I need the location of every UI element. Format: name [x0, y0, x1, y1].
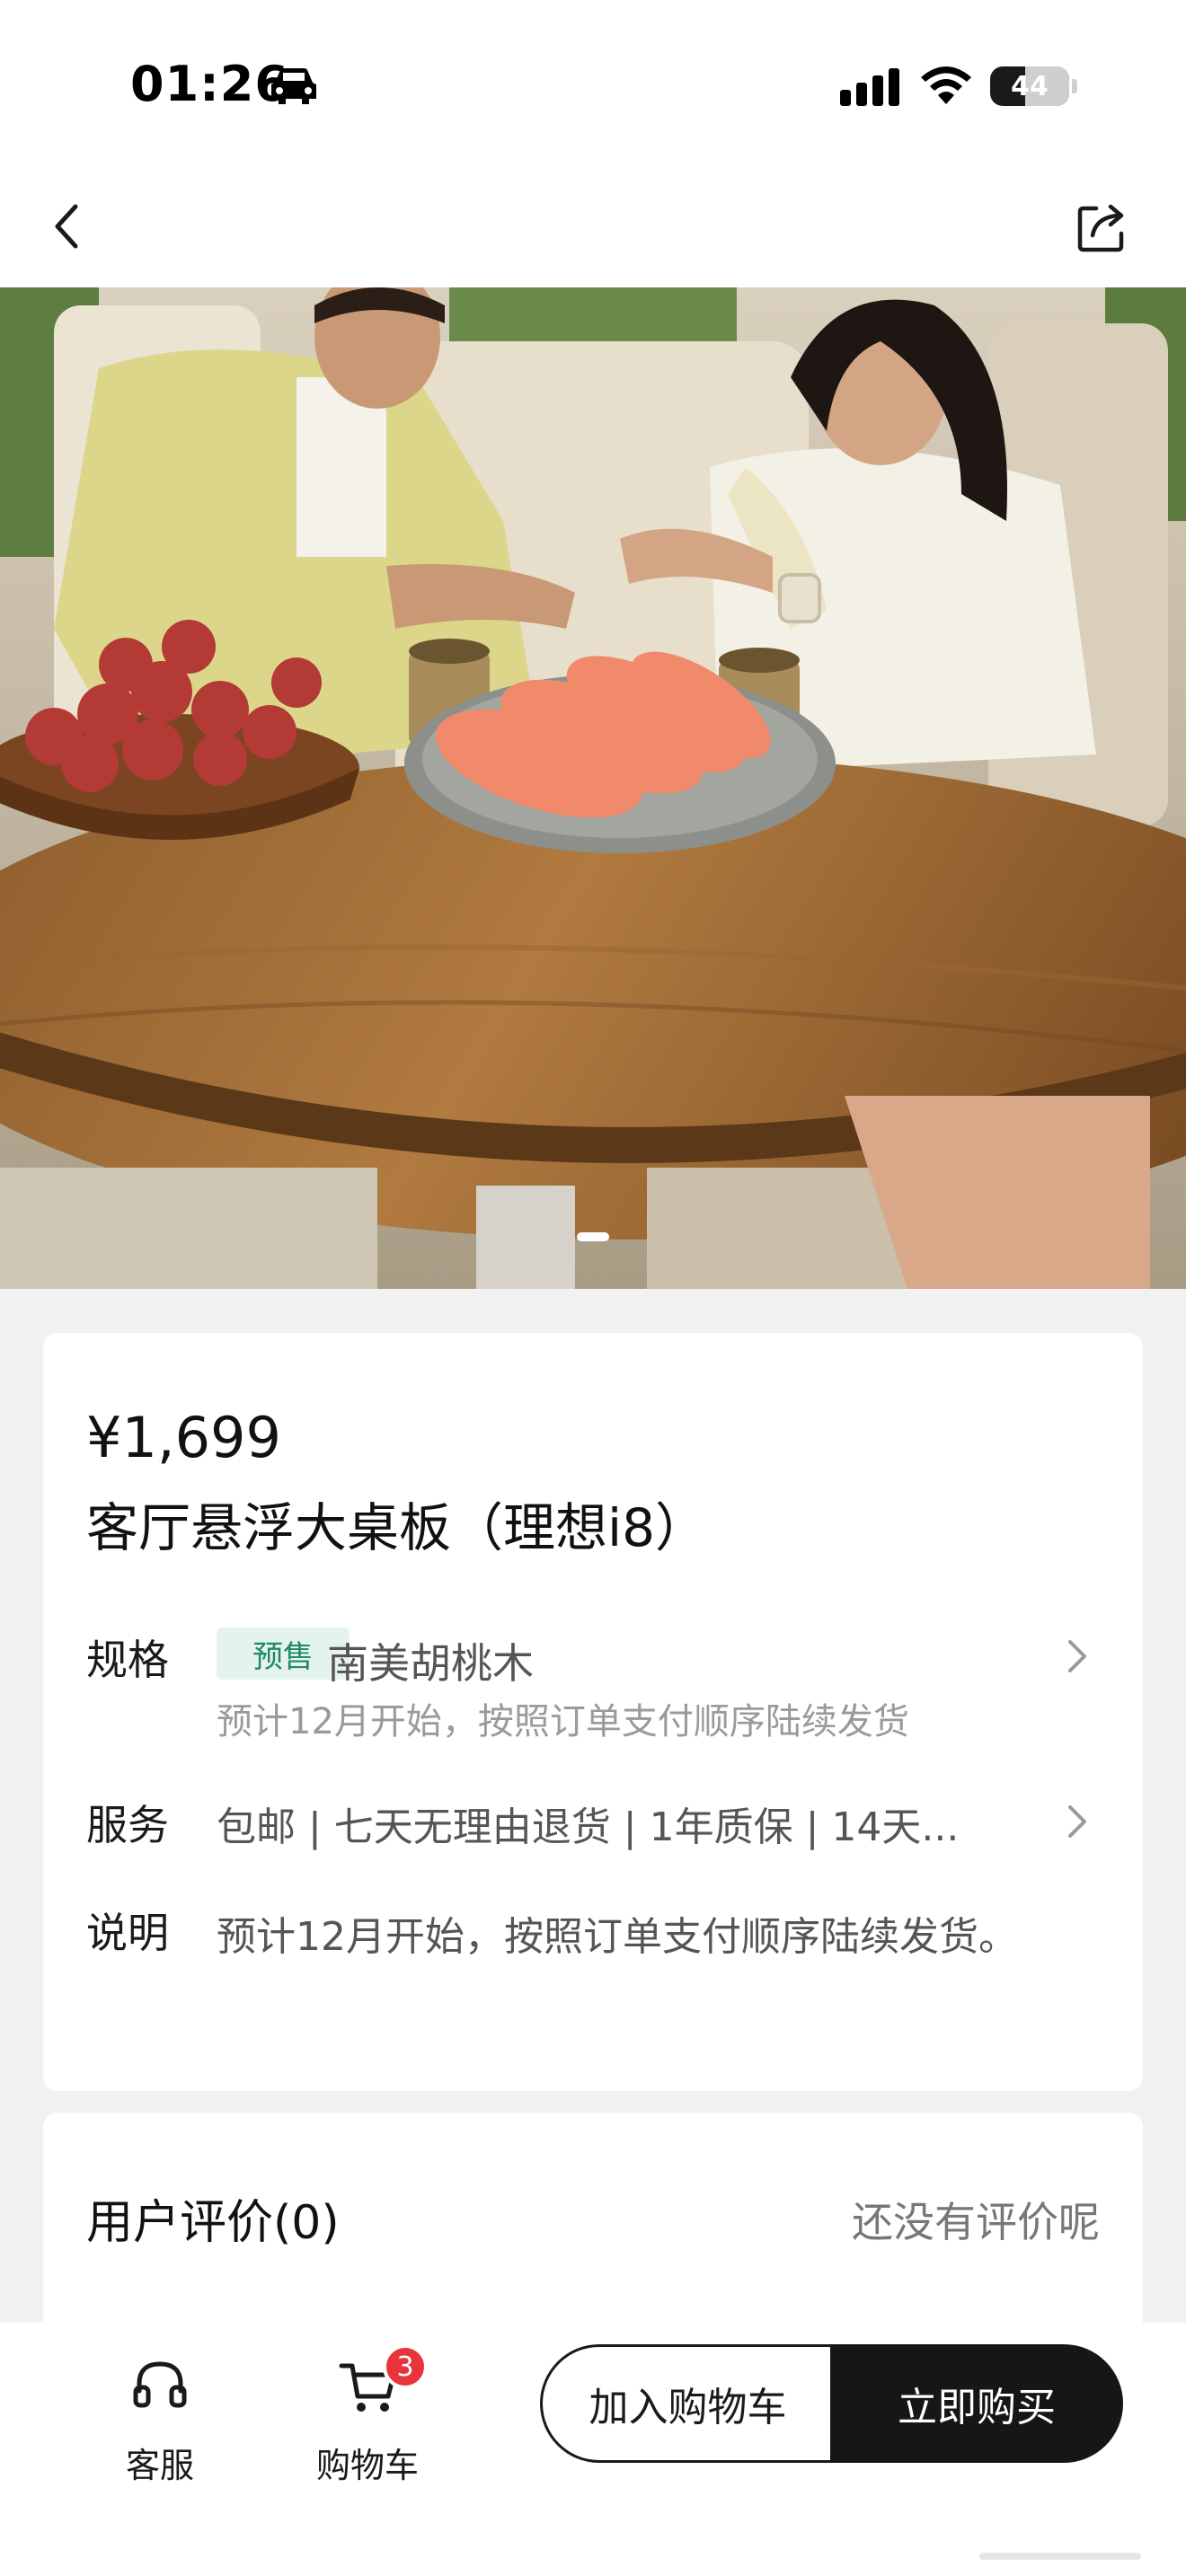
product-title: 客厅悬浮大桌板（理想i8）	[86, 1497, 708, 1558]
cart-button[interactable]: 3 购物车	[300, 2344, 435, 2502]
headset-icon	[133, 2361, 187, 2408]
description-value: 预计12月开始，按照订单支付顺序陆续发货。	[217, 1914, 1018, 1960]
buy-now-button[interactable]: 立即购买	[830, 2344, 1123, 2463]
battery-cap	[1072, 79, 1077, 93]
service-label: 服务	[86, 1801, 169, 1849]
cart-count-badge: 3	[383, 2344, 428, 2389]
spec-shipping-note: 预计12月开始，按照订单支付顺序陆续发货	[217, 1701, 909, 1742]
customer-service-label: 客服	[125, 2446, 194, 2485]
add-to-cart-button[interactable]: 加入购物车	[540, 2344, 833, 2463]
wifi-icon	[921, 66, 971, 104]
product-price: ¥1,699	[86, 1405, 281, 1470]
back-button[interactable]	[45, 194, 90, 259]
carousel-indicator	[0, 1232, 1186, 1243]
nav-bar	[0, 171, 1186, 287]
spec-label: 规格	[86, 1636, 169, 1684]
product-photo	[0, 287, 1186, 1289]
cart-label: 购物车	[315, 2446, 419, 2485]
signal-icon	[840, 68, 899, 106]
product-info-card: ¥1,699 客厅悬浮大桌板（理想i8） 规格 预售 南美胡桃木 预计12月开始…	[43, 1333, 1143, 2091]
spec-value: 南美胡桃木	[327, 1639, 534, 1688]
bottom-action-bar: 客服 3 购物车 加入购物车 立即购买	[0, 2323, 1186, 2576]
share-button[interactable]	[1069, 194, 1134, 259]
chevron-right-icon[interactable]	[1064, 1800, 1091, 1843]
home-indicator[interactable]	[979, 2553, 1141, 2560]
carousel-dot-active[interactable]	[577, 1232, 609, 1241]
review-title: 用户评价(0)	[86, 2196, 340, 2250]
status-bar: 01:26 44	[0, 0, 1186, 171]
status-time: 01:26	[130, 56, 289, 112]
customer-service-button[interactable]: 客服	[93, 2350, 227, 2502]
chevron-right-icon[interactable]	[1064, 1635, 1091, 1678]
review-empty-text: 还没有评价呢	[852, 2198, 1100, 2246]
battery-indicator: 44	[990, 66, 1069, 106]
battery-level: 44	[1011, 70, 1049, 102]
car-icon	[271, 68, 316, 104]
description-label: 说明	[86, 1909, 169, 1957]
service-value: 包邮 | 七天无理由退货 | 1年质保 | 14天...	[217, 1804, 960, 1850]
product-image-carousel[interactable]	[0, 287, 1186, 1289]
